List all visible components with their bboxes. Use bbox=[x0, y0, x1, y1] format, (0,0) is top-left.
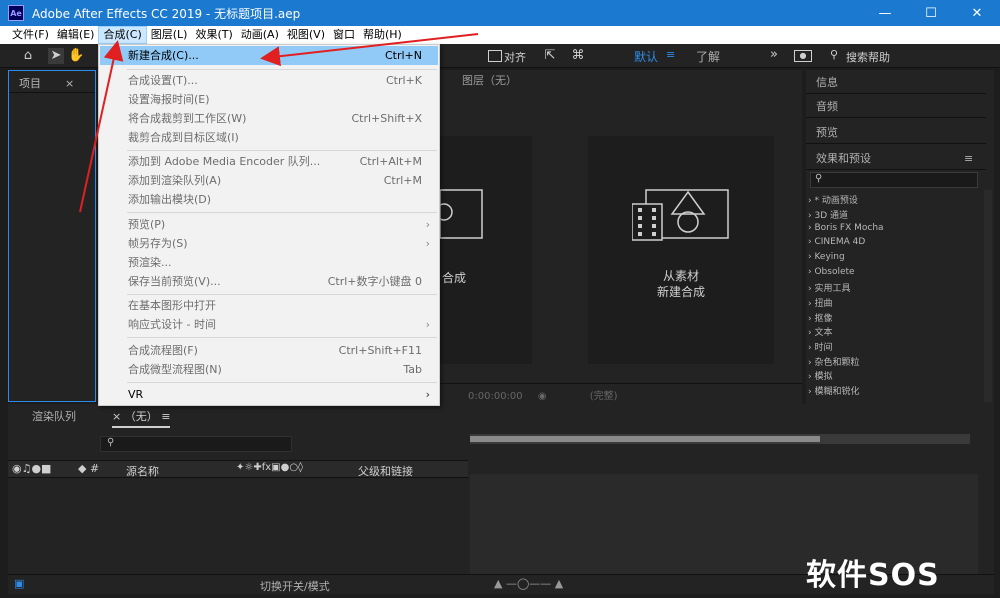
red-arrow-to-menu bbox=[79, 40, 124, 213]
annotation-arrows bbox=[79, 33, 479, 213]
watermark-logo: 软件SOS bbox=[806, 558, 940, 593]
red-arrow-to-new-comp bbox=[260, 33, 479, 67]
